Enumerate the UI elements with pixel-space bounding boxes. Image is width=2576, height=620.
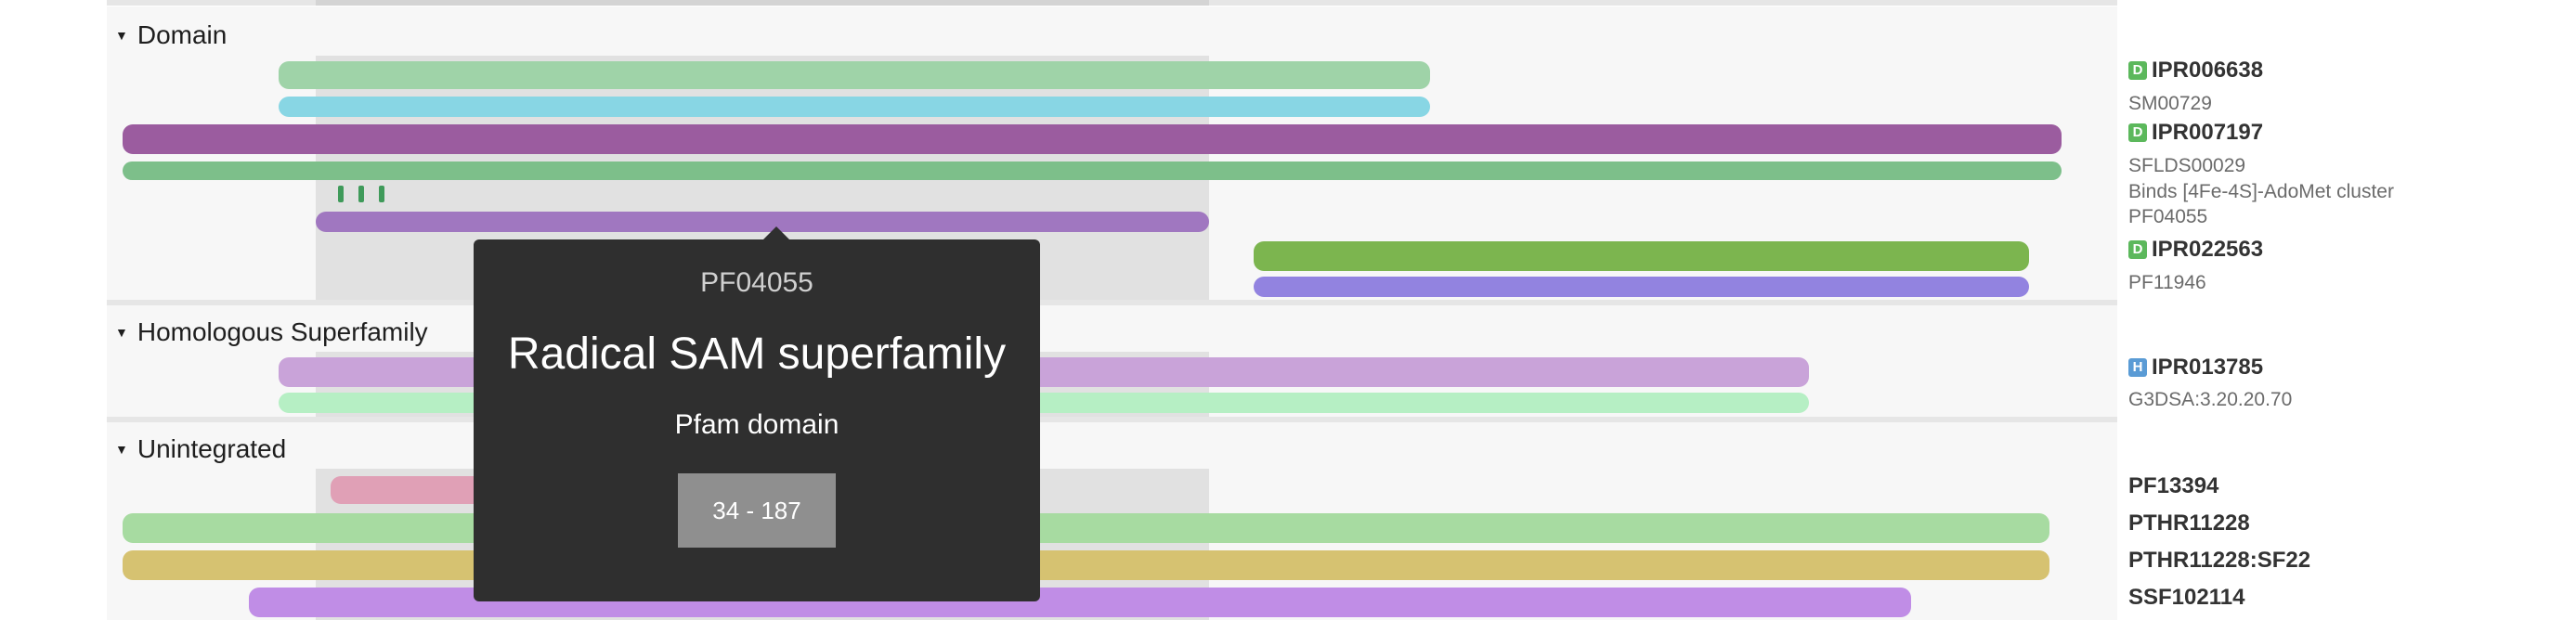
ipr006638-bar[interactable]: [279, 61, 1430, 89]
sm00729-bar[interactable]: [279, 97, 1430, 117]
entry-link-ipr006638[interactable]: D IPR006638: [2128, 59, 2263, 83]
signature-link-pf11946[interactable]: PF11946: [2128, 273, 2206, 292]
site-description: Binds [4Fe-4S]-AdoMet cluster: [2128, 181, 2394, 202]
tooltip-range: 34 - 187: [678, 473, 836, 548]
entry-link-ipr013785[interactable]: H IPR013785: [2128, 356, 2263, 380]
section-toggle-homologous-superfamily[interactable]: ▼ Homologous Superfamily: [115, 319, 428, 345]
pthr11228-bar[interactable]: [123, 513, 2049, 543]
binding-site-marker[interactable]: [358, 186, 364, 202]
signature-link-sflds00029[interactable]: SFLDS00029: [2128, 156, 2245, 175]
domain-badge-icon: D: [2128, 240, 2147, 259]
tooltip-accession: PF04055: [700, 267, 813, 298]
signature-link-pthr11228-sf22[interactable]: PTHR11228:SF22: [2128, 549, 2310, 572]
signature-link-sm00729[interactable]: SM00729: [2128, 94, 2212, 113]
section-title-unintegrated: Unintegrated: [137, 434, 287, 463]
selection-highlight: [316, 0, 1209, 6]
protein-feature-viewer: ▼ Domain ▼ Homologous Superfamily ▼ Uninteg…: [0, 0, 2576, 620]
feature-tooltip: PF04055 Radical SAM superfamily Pfam dom…: [474, 226, 1040, 601]
caret-down-icon: ▼: [115, 28, 128, 43]
binding-site-marker[interactable]: [379, 186, 384, 202]
binding-site-marker[interactable]: [338, 186, 344, 202]
section-toggle-domain[interactable]: ▼ Domain: [115, 22, 227, 48]
ipr007197-bar[interactable]: [123, 124, 2062, 154]
caret-down-icon: ▼: [115, 442, 128, 457]
entry-link-ipr022563[interactable]: D IPR022563: [2128, 239, 2263, 262]
homologous-superfamily-badge-icon: H: [2128, 358, 2147, 377]
domain-badge-icon: D: [2128, 123, 2147, 142]
pf04055-bar[interactable]: [316, 212, 1209, 232]
signature-link-ssf102114[interactable]: SSF102114: [2128, 587, 2244, 609]
pf11946-bar[interactable]: [1254, 277, 2029, 297]
caret-down-icon: ▼: [115, 325, 128, 340]
signature-link-pf04055[interactable]: PF04055: [2128, 207, 2207, 226]
section-title-homologous-superfamily: Homologous Superfamily: [137, 317, 428, 346]
entry-link-ipr007197[interactable]: D IPR007197: [2128, 122, 2263, 145]
signature-link-g3dsa[interactable]: G3DSA:3.20.20.70: [2128, 390, 2292, 409]
section-title-domain: Domain: [137, 20, 228, 49]
section-toggle-unintegrated[interactable]: ▼ Unintegrated: [115, 436, 286, 462]
signature-link-pthr11228[interactable]: PTHR11228: [2128, 512, 2250, 535]
sflds00029-bar[interactable]: [123, 161, 2062, 180]
ipr022563-bar[interactable]: [1254, 241, 2029, 271]
pthr11228-sf22-bar[interactable]: [123, 550, 2049, 580]
signature-link-pf13394[interactable]: PF13394: [2128, 475, 2218, 497]
tooltip-type: Pfam domain: [674, 409, 839, 440]
domain-badge-icon: D: [2128, 61, 2147, 80]
tooltip-title: Radical SAM superfamily: [507, 329, 1007, 379]
tooltip-arrow: [763, 226, 789, 239]
